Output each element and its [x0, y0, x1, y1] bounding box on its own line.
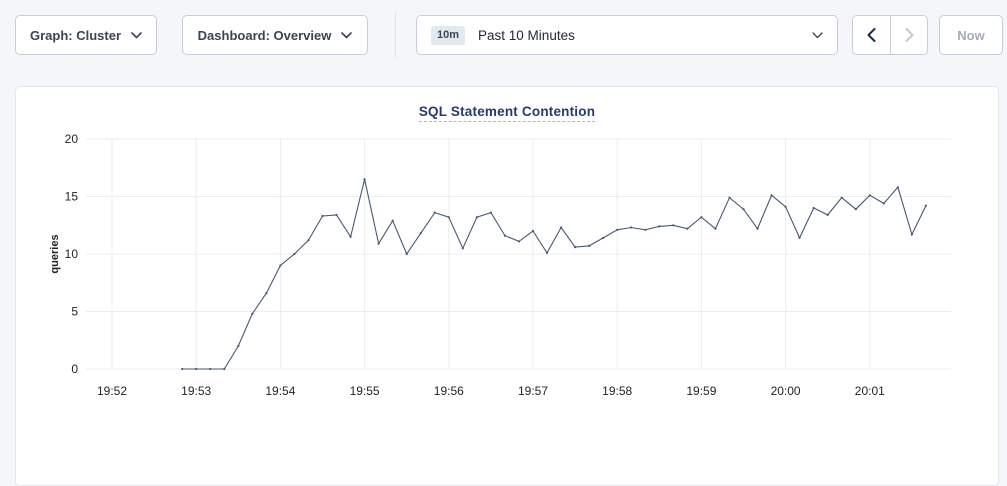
- svg-text:19:54: 19:54: [265, 384, 295, 398]
- svg-text:20: 20: [65, 132, 79, 146]
- toolbar-divider: [395, 13, 396, 57]
- time-shift-button-group: [852, 15, 928, 55]
- chevron-down-icon: [131, 32, 142, 39]
- svg-text:19:59: 19:59: [686, 384, 716, 398]
- time-range-dropdown[interactable]: 10m Past 10 Minutes: [416, 15, 838, 55]
- chevron-down-icon: [341, 32, 352, 39]
- graph-dropdown-label: Graph: Cluster: [30, 28, 121, 43]
- toolbar: Graph: Cluster Dashboard: Overview 10m P…: [0, 0, 1007, 57]
- svg-text:0: 0: [71, 362, 78, 376]
- svg-text:19:58: 19:58: [602, 384, 632, 398]
- time-range-label: Past 10 Minutes: [478, 28, 799, 43]
- svg-text:15: 15: [65, 190, 79, 204]
- time-forward-button[interactable]: [890, 16, 927, 54]
- svg-text:5: 5: [71, 305, 78, 319]
- now-button[interactable]: Now: [939, 15, 1003, 55]
- chevron-down-icon: [812, 32, 823, 39]
- chart-title-wrap: SQL Statement Contention: [16, 87, 998, 122]
- time-window-badge: 10m: [431, 26, 465, 45]
- chart-card: SQL Statement Contention 0 5 10 15 20 19:52 19…: [15, 86, 999, 486]
- svg-text:19:56: 19:56: [434, 384, 464, 398]
- svg-text:20:01: 20:01: [855, 384, 885, 398]
- chart-canvas[interactable]: 0 5 10 15 20 19:52 19:53 19:54 19:55 19:56 19:57 19…: [16, 87, 996, 429]
- svg-text:19:53: 19:53: [181, 384, 211, 398]
- dashboard-dropdown[interactable]: Dashboard: Overview: [182, 15, 368, 55]
- svg-text:19:55: 19:55: [350, 384, 380, 398]
- time-back-button[interactable]: [853, 16, 890, 54]
- dashboard-dropdown-label: Dashboard: Overview: [198, 28, 332, 43]
- chevron-left-icon: [867, 28, 876, 42]
- svg-text:19:57: 19:57: [518, 384, 548, 398]
- svg-text:10: 10: [65, 247, 79, 261]
- graph-dropdown[interactable]: Graph: Cluster: [15, 15, 157, 55]
- chart-title[interactable]: SQL Statement Contention: [419, 104, 595, 122]
- svg-text:19:52: 19:52: [97, 384, 127, 398]
- chevron-right-icon: [905, 28, 914, 42]
- svg-text:20:00: 20:00: [771, 384, 801, 398]
- svg-text:queries: queries: [49, 234, 61, 273]
